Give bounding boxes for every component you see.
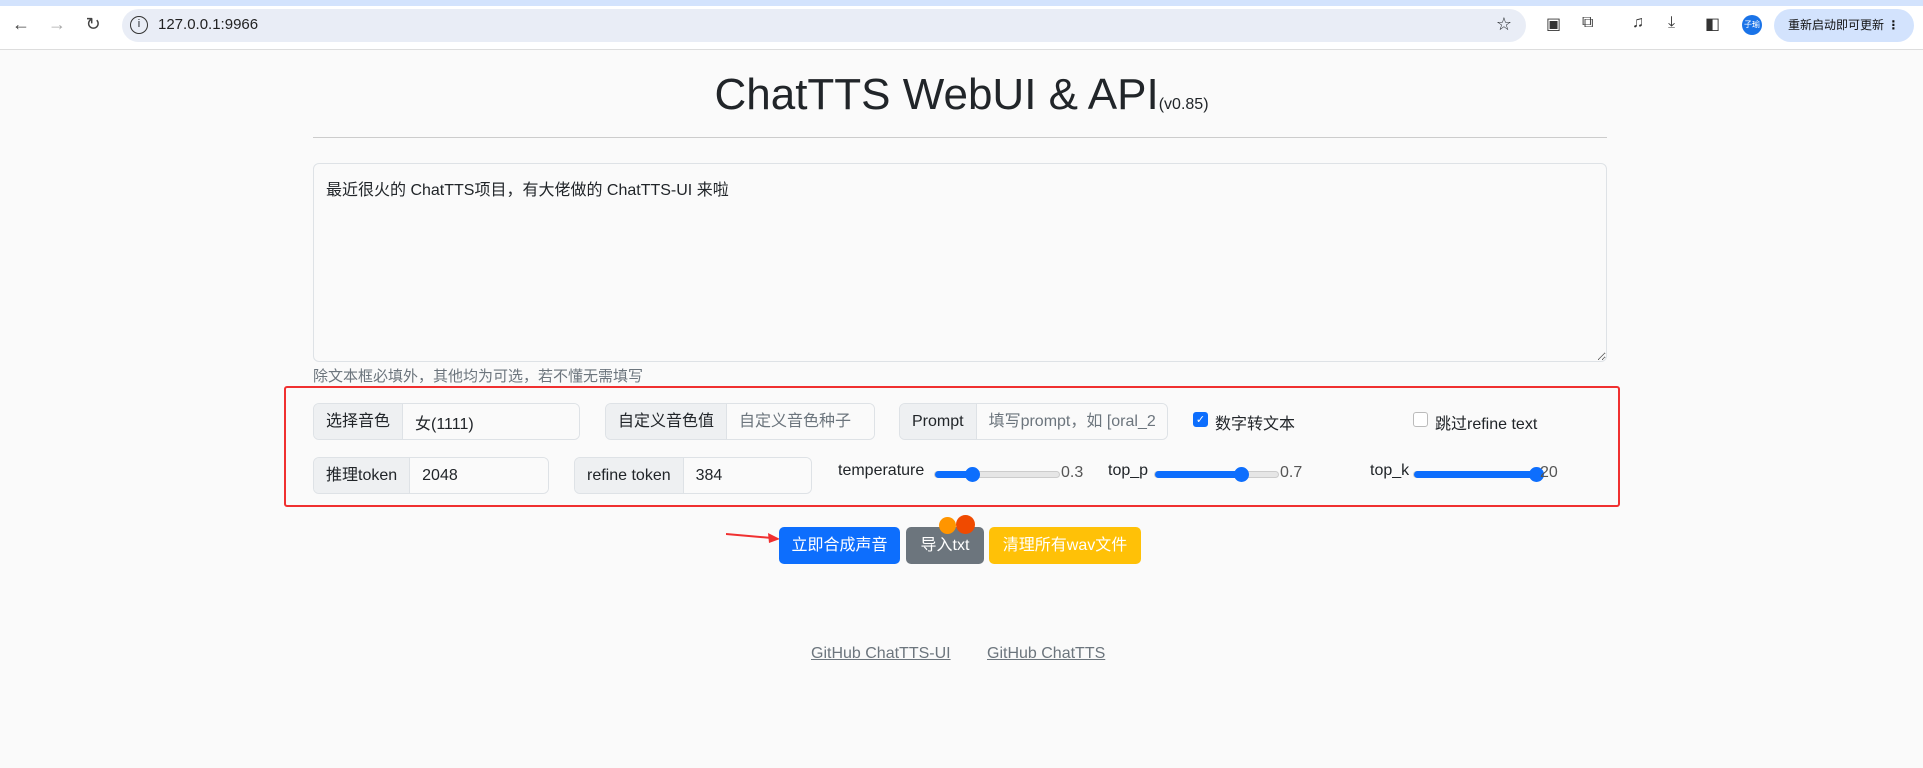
update-button[interactable]: 重新启动即可更新 ⋮ [1774,9,1914,42]
puzzle-icon[interactable]: ⧉ [1582,14,1593,32]
cursor-highlight-icon [956,515,975,534]
side-panel-icon[interactable]: ◧ [1705,14,1720,34]
download-icon[interactable]: ⤓ [1668,14,1675,32]
skip-refine-label: 跳过refine text [1435,416,1538,433]
url-text: 127.0.0.1:9966 [158,16,259,33]
bookmark-star-icon[interactable]: ☆ [1496,14,1512,35]
avatar[interactable]: 子瑜 [1742,15,1762,35]
forward-icon[interactable]: → [46,14,68,35]
annotation-arrow-icon [726,533,780,543]
prompt-label: Prompt [900,404,977,439]
title-text: ChatTTS WebUI & API [714,70,1159,119]
clear-wav-button[interactable]: 清理所有wav文件 [989,527,1141,564]
cursor-highlight-icon [939,517,956,534]
hint-text: 除文本框必填外，其他均为可选，若不懂无需填写 [313,368,644,385]
refine-token-group: refine token [574,457,812,494]
refine-token-label: refine token [575,458,684,493]
skip-refine-checkbox[interactable] [1413,412,1428,427]
top-p-label: top_p [1108,462,1149,479]
custom-voice-input[interactable] [727,404,874,439]
github-chattts-link[interactable]: GitHub ChatTTS [987,645,1105,663]
back-icon[interactable]: ← [10,14,32,35]
infer-token-group: 推理token [313,457,549,494]
num-to-text-label: 数字转文本 [1215,416,1296,433]
refine-token-input[interactable] [683,458,811,493]
page-title: ChatTTS WebUI & API(v0.85) [0,70,1923,120]
voice-select[interactable] [403,404,579,439]
extension-icon[interactable]: ▣ [1546,14,1561,34]
reload-icon[interactable]: ↻ [82,14,104,35]
voice-label: 选择音色 [314,404,404,439]
menu-icon: ⋮ [1887,18,1900,32]
infer-token-label: 推理token [314,458,411,493]
divider [313,137,1607,138]
custom-voice-group: 自定义音色值 [605,403,875,440]
temperature-slider[interactable] [934,467,1060,482]
voice-select-group: 选择音色 [313,403,580,440]
version: (v0.85) [1158,96,1209,113]
num-to-text-checkbox[interactable]: ✓ [1193,412,1208,427]
prompt-group: Prompt [899,403,1168,440]
address-bar[interactable]: i 127.0.0.1:9966 ☆ [122,9,1526,42]
infer-token-input[interactable] [410,458,548,493]
media-icon[interactable]: ♫ [1632,14,1644,32]
prompt-input[interactable] [976,404,1167,439]
tab-strip [0,0,1923,6]
top-k-value: 20 [1540,464,1558,481]
site-info-icon[interactable]: i [130,16,148,34]
text-input[interactable] [313,163,1607,362]
synthesize-button[interactable]: 立即合成声音 [779,527,900,564]
temperature-value: 0.3 [1061,464,1084,481]
update-label: 重新启动即可更新 [1788,18,1885,32]
custom-voice-label: 自定义音色值 [606,404,728,439]
slider-fill [1414,471,1536,478]
slider-thumb[interactable] [1234,467,1250,482]
temperature-label: temperature [838,462,925,479]
top-p-value: 0.7 [1280,464,1303,481]
top-p-slider[interactable] [1154,467,1279,482]
top-k-label: top_k [1370,462,1410,479]
github-chattts-ui-link[interactable]: GitHub ChatTTS-UI [811,645,951,663]
top-k-slider[interactable] [1413,467,1544,482]
slider-fill [1155,471,1242,478]
